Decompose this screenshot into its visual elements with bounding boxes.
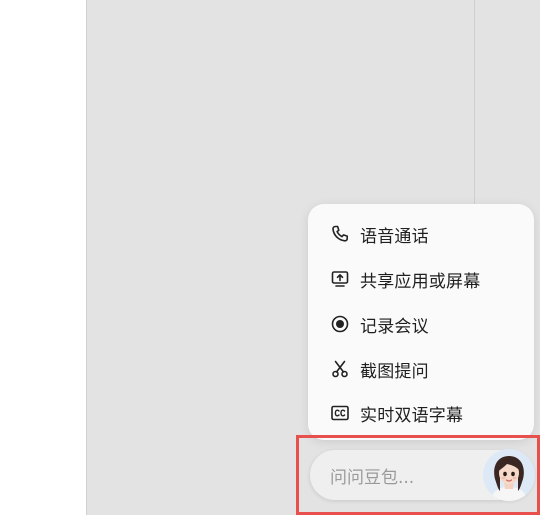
menu-item-live-subtitles[interactable]: 实时双语字幕 <box>308 393 534 433</box>
share-screen-icon <box>330 269 350 289</box>
menu-item-voice-call[interactable]: 语音通话 <box>308 214 534 254</box>
scissors-icon <box>330 359 350 379</box>
assistant-avatar-icon[interactable] <box>483 449 535 501</box>
phone-icon <box>330 224 350 244</box>
menu-item-label: 语音通话 <box>360 226 429 247</box>
menu-item-share-screen[interactable]: 共享应用或屏幕 <box>308 259 534 299</box>
assistant-popup-menu: 语音通话 共享应用或屏幕 记录会议 截图提问 实时双语字幕 <box>308 204 534 440</box>
record-icon <box>330 314 350 334</box>
menu-item-label: 实时双语字幕 <box>360 405 464 426</box>
menu-item-label: 截图提问 <box>360 361 429 382</box>
menu-item-record-meeting[interactable]: 记录会议 <box>308 304 534 344</box>
cc-icon <box>330 403 350 423</box>
menu-item-label: 记录会议 <box>360 316 429 337</box>
menu-item-screenshot-ask[interactable]: 截图提问 <box>308 349 534 389</box>
menu-item-label: 共享应用或屏幕 <box>360 271 481 292</box>
ask-input-placeholder: 问问豆包... <box>330 467 415 488</box>
